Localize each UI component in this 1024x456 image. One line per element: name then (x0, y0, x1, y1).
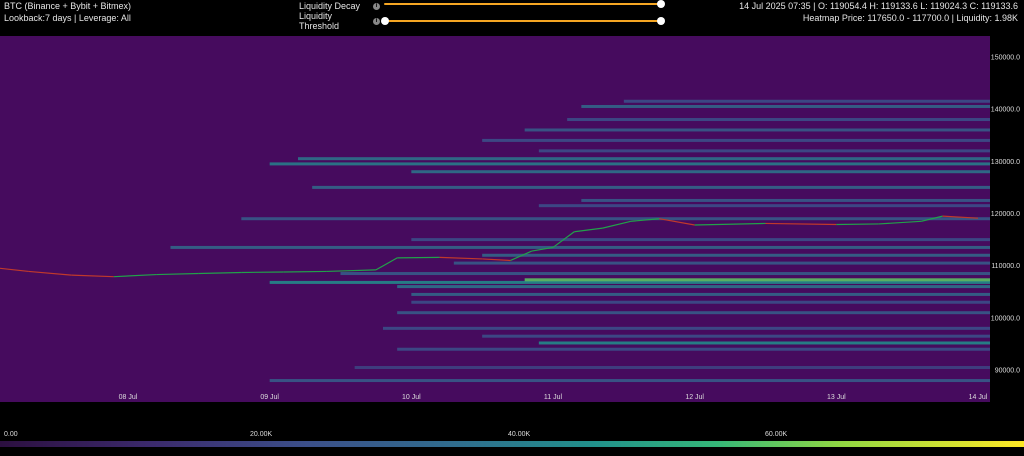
info-icon[interactable]: i (373, 2, 380, 10)
liquidity-band (340, 272, 990, 276)
color-scale-legend (0, 441, 1024, 447)
x-tick-label: 13 Jul (827, 394, 846, 401)
liquidity-band (453, 261, 990, 265)
liquidity-band (482, 138, 990, 142)
liquidity-band (482, 334, 990, 338)
y-tick-label: 150000.0 (991, 54, 1020, 61)
legend-tick-20k: 20.00K (250, 431, 273, 438)
liquidity-threshold-knob-left[interactable] (381, 17, 389, 25)
liquidity-band (298, 157, 990, 161)
legend-tick-40k: 40.00K (508, 431, 531, 438)
liquidity-threshold-label: Liquidity Threshold (299, 11, 340, 31)
ohlc-readout: 14 Jul 2025 07:35 | O: 119054.4 H: 11913… (739, 1, 1018, 11)
price-segment (283, 270, 327, 273)
liquidity-band (312, 185, 991, 189)
info-icon[interactable]: i (373, 17, 380, 25)
y-axis: 90000.0 100000.0 110000.0 120000.0 130000.0 1… (991, 54, 1020, 374)
y-tick-label: 130000.0 (991, 159, 1020, 166)
liquidity-band (397, 311, 991, 315)
liquidity-band (623, 99, 990, 103)
liquidity-band (538, 149, 990, 153)
liquidity-decay-slider[interactable] (384, 0, 665, 8)
liquidity-band (383, 326, 990, 330)
y-tick-label: 100000.0 (991, 315, 1020, 322)
header-left: BTC (Binance + Bybit + Bitmex) Lookback:… (4, 0, 131, 24)
liquidity-band (411, 300, 990, 304)
liquidity-band (397, 347, 991, 351)
liquidity-threshold-slider[interactable] (381, 17, 665, 25)
liquidity-band (567, 118, 990, 122)
liquidity-band (397, 285, 991, 289)
liquidity-band (581, 198, 990, 202)
header-right: 14 Jul 2025 07:35 | O: 119054.4 H: 11913… (739, 0, 1018, 24)
liquidity-band (524, 278, 990, 282)
x-tick-label: 08 Jul (119, 394, 138, 401)
liquidity-decay-label: Liquidity Decay (299, 1, 361, 11)
liquidity-band (269, 162, 991, 166)
liquidity-threshold-knob-right[interactable] (657, 17, 665, 25)
liquidity-band (482, 253, 990, 257)
liquidity-threshold-control: Liquidity Threshold i (299, 11, 380, 31)
liquidity-band (241, 217, 991, 221)
liquidity-band (524, 128, 990, 132)
liquidity-band (538, 341, 990, 345)
legend-tick-0: 0.00 (4, 431, 18, 438)
y-tick-label: 110000.0 (991, 263, 1020, 270)
x-tick-label: 14 Jul (969, 394, 988, 401)
liquidity-band (411, 292, 990, 296)
lookback-params: Lookback:7 days | Leverage: All (4, 13, 131, 23)
x-tick-label: 11 Jul (544, 394, 563, 401)
x-tick-label: 12 Jul (685, 394, 704, 401)
liquidity-band (581, 104, 990, 108)
x-tick-label: 09 Jul (260, 394, 279, 401)
liquidity-band (269, 379, 991, 383)
legend-tick-60k: 60.00K (765, 431, 788, 438)
symbol-title: BTC (Binance + Bybit + Bitmex) (4, 1, 132, 11)
liquidity-decay-knob[interactable] (657, 0, 665, 8)
price-segment (836, 223, 879, 226)
heatmap-readout: Heatmap Price: 117650.0 - 117700.0 | Liq… (802, 13, 1018, 23)
liquidity-band (538, 204, 990, 208)
liquidity-band (170, 245, 990, 249)
liquidity-band (269, 280, 991, 284)
liquidation-heatmap[interactable]: 90000.0 100000.0 110000.0 120000.0 130000.0 1… (0, 36, 1024, 402)
x-tick-label: 10 Jul (402, 394, 421, 401)
liquidity-band (411, 238, 990, 242)
price-segment (241, 271, 284, 274)
liquidity-band (411, 170, 990, 174)
price-segment (397, 256, 440, 259)
liquidity-band (354, 366, 991, 370)
y-tick-label: 120000.0 (991, 211, 1020, 218)
y-tick-label: 90000.0 (995, 368, 1020, 375)
y-tick-label: 140000.0 (991, 107, 1020, 114)
